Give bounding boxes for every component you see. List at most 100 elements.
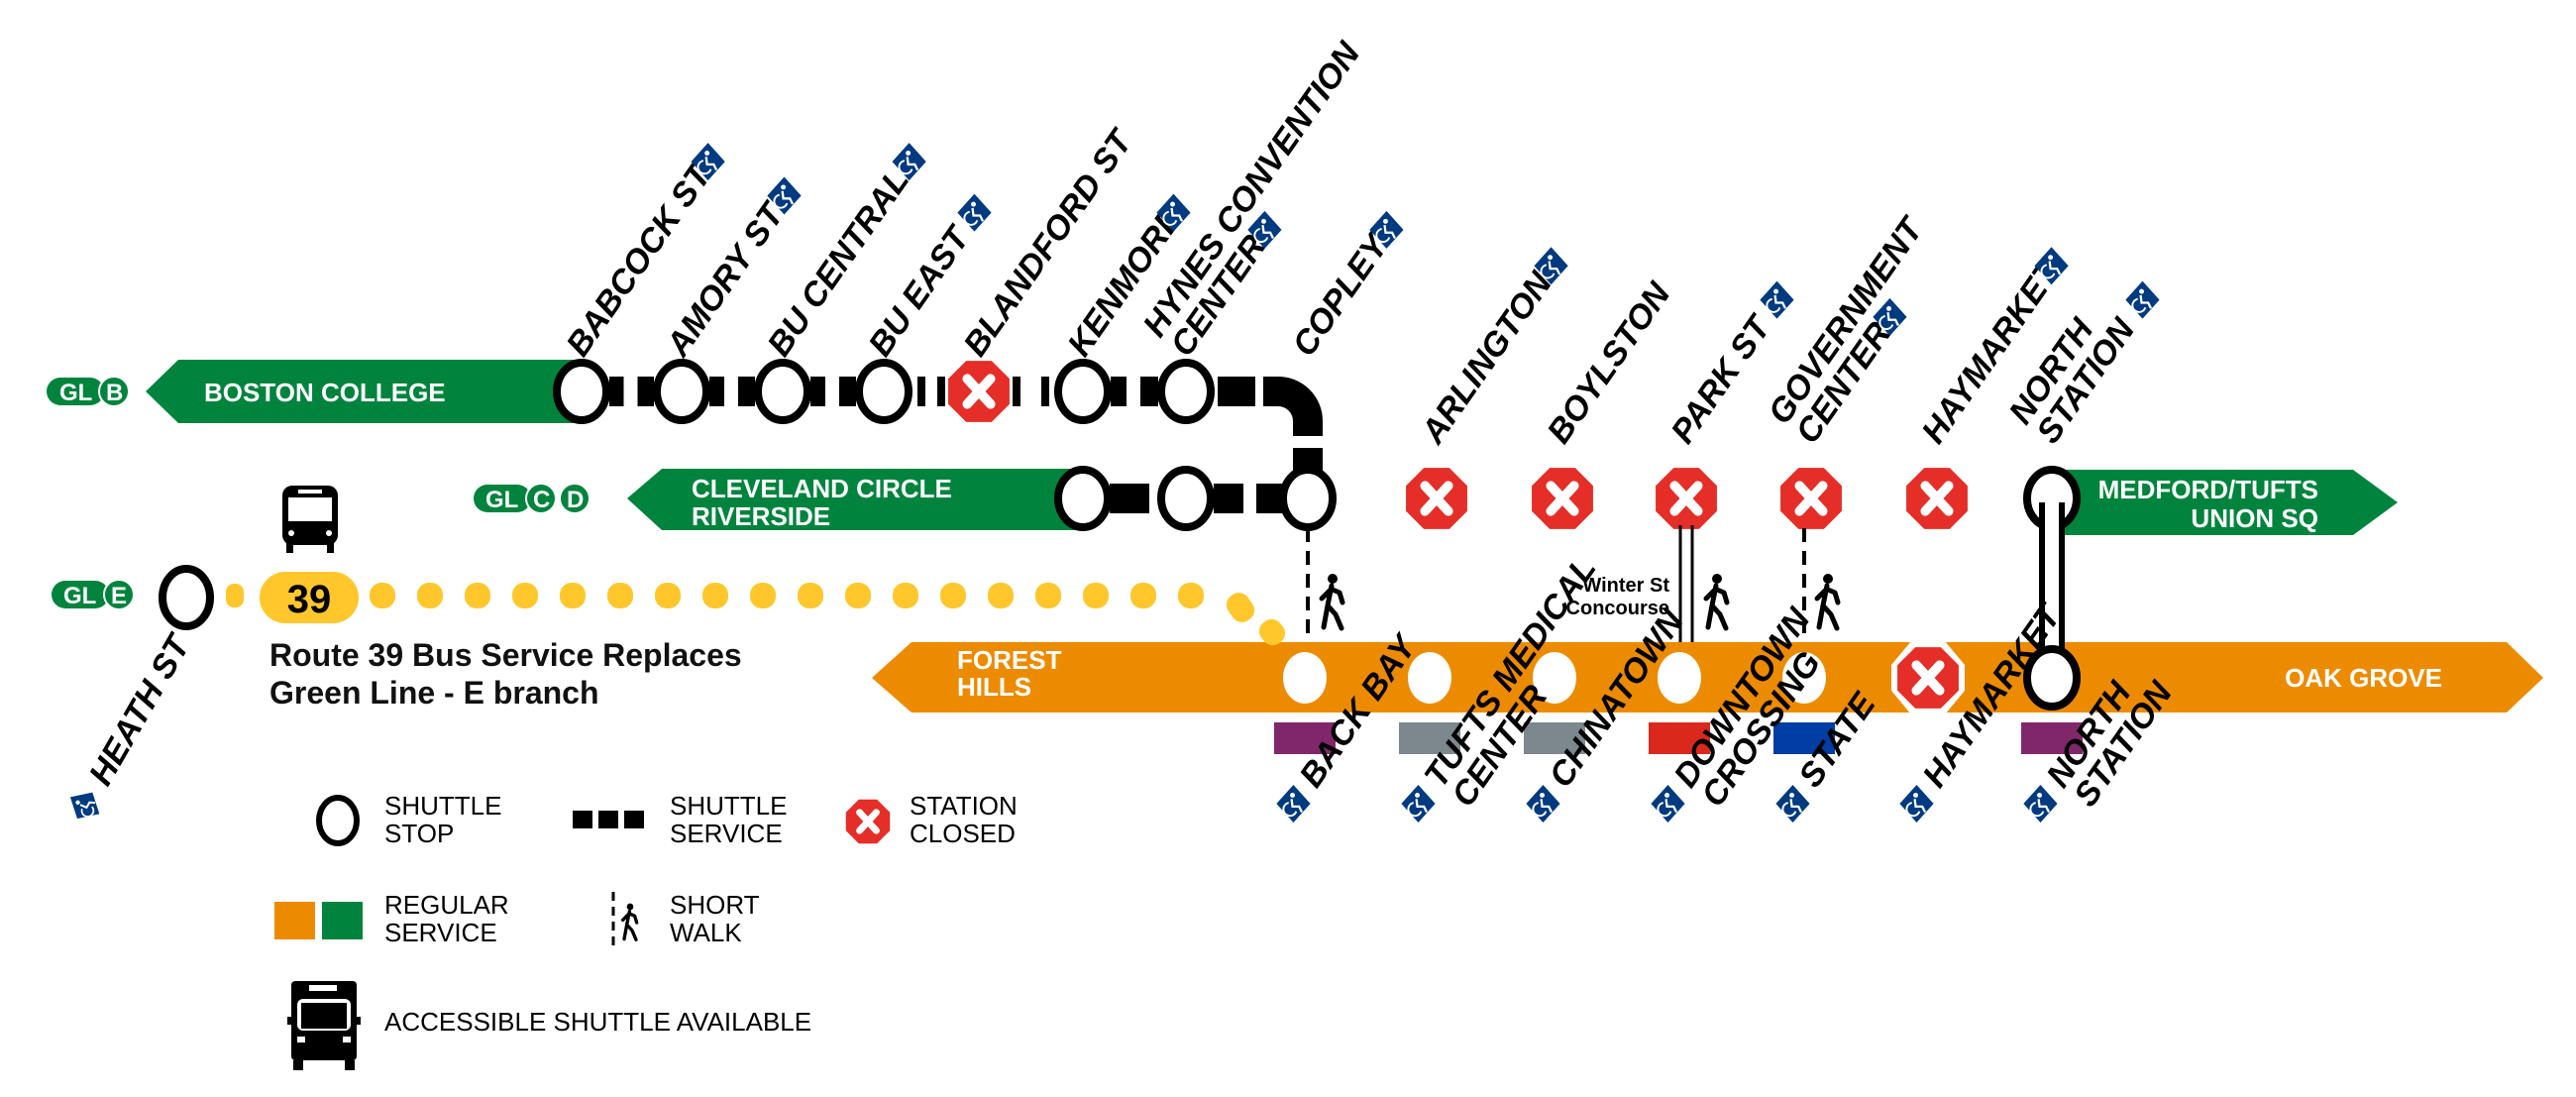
legend: SHUTTLE STOP SHUTTLE SERVICE STATION CLO… — [274, 791, 1018, 1070]
route-39-note-line2: Green Line - E branch — [269, 675, 599, 711]
station-label-babcock-st: BABCOCK ST — [559, 143, 726, 363]
accessible-icon — [1650, 785, 1686, 823]
bus-route-dot — [988, 583, 1014, 608]
station-closed-icon-park-st[interactable] — [1656, 468, 1717, 529]
station-closed-icon-haymarket[interactable] — [1906, 468, 1968, 529]
boston-college-label: BOSTON COLLEGE — [204, 378, 446, 407]
shuttle-dash — [1218, 377, 1255, 406]
bus-route-dot — [1226, 593, 1255, 622]
shuttle-dash — [810, 377, 825, 406]
bus-route-dot — [655, 583, 681, 608]
accessible-icon — [1759, 280, 1795, 319]
accessible-icon — [2124, 280, 2161, 319]
cd-shuttle-dash — [1256, 484, 1284, 513]
station-name: PARK ST — [1664, 307, 1779, 451]
station-closed-icon-arlington[interactable] — [1406, 468, 1467, 529]
shuttle-stop-bu-east[interactable] — [855, 359, 912, 424]
shuttle-dash — [839, 377, 856, 406]
legend-accessible-shuttle: ACCESSIBLE SHUTTLE AVAILABLE — [384, 1007, 811, 1037]
shuttle-stop-hynes-convention-center[interactable] — [1157, 359, 1215, 424]
shuttle-dash — [738, 377, 755, 406]
station-label-boylston: BOYLSTON — [1540, 274, 1678, 450]
gl-e-badge-line: GL — [63, 583, 96, 609]
accessible-icon — [1275, 785, 1312, 823]
station-closed-icon-government-center[interactable] — [1780, 468, 1842, 529]
forest-hills-label-2: HILLS — [957, 672, 1031, 702]
accessible-icon — [1898, 785, 1935, 823]
gl-cd-badge-c: C — [533, 487, 550, 513]
shuttle-diversion-map: GL B BOSTON COLLEGE BABCOCK ST AMORY ST BU… — [0, 0, 2576, 1097]
shuttle-stop-kenmore-cd[interactable] — [1054, 466, 1112, 531]
union-sq-label: UNION SQ — [2191, 503, 2318, 533]
accessible-icon — [1525, 785, 1561, 823]
bus-route-dot — [893, 583, 918, 608]
cd-shuttle-dash — [1214, 484, 1243, 513]
gl-cd-badge-d: D — [567, 487, 584, 513]
bus-route-dot — [226, 584, 244, 607]
shuttle-dash — [1140, 377, 1158, 406]
route-39-note-line1: Route 39 Bus Service Replaces — [269, 637, 742, 673]
shuttle-stop-babcock-st[interactable] — [553, 359, 610, 424]
station-closed-icon-boylston[interactable] — [1532, 468, 1593, 529]
heath-st-shuttle-stop[interactable] — [159, 565, 214, 630]
bus-route-dot — [940, 583, 966, 608]
shuttle-dash — [1111, 377, 1127, 406]
gl-b-badge-line: GL — [59, 380, 92, 406]
bus-route-dot — [560, 583, 586, 608]
shuttle-dash — [637, 377, 654, 406]
shuttle-dash — [917, 377, 925, 406]
gl-e-badge: GL E — [52, 579, 135, 610]
gl-cd-badge-line: GL — [485, 487, 518, 513]
shuttle-stop-copley[interactable] — [1279, 466, 1337, 531]
copley-connector-curve — [1263, 377, 1323, 436]
bus-route-dot — [1178, 583, 1204, 608]
shuttle-stop-amory-st[interactable] — [653, 359, 710, 424]
accessible-icon — [1400, 785, 1437, 823]
legend-shuttle-stop-icon — [316, 795, 360, 846]
cleveland-circle-label: CLEVELAND CIRCLE — [692, 474, 952, 503]
legend-station-closed-1: STATION — [910, 791, 1018, 821]
shuttle-dash — [1041, 377, 1049, 406]
medford-tufts-label: MEDFORD/TUFTS — [2098, 475, 2318, 504]
legend-green-swatch — [322, 902, 363, 939]
gl-e-badge-branch: E — [111, 583, 127, 609]
shuttle-stop-kenmore[interactable] — [1054, 359, 1112, 424]
shuttle-dash — [937, 377, 945, 406]
bus-route-dot — [1130, 583, 1156, 608]
heath-st-label-group: HEATH ST — [61, 626, 199, 828]
cd-shuttle-dash — [1110, 484, 1149, 513]
orange-stop-back-bay[interactable] — [1283, 652, 1327, 704]
legend-shuttle-service-2: SERVICE — [670, 819, 783, 848]
shuttle-stop-bu-central[interactable] — [754, 359, 811, 424]
accessible-icon — [2022, 785, 2059, 823]
accessible-icon — [956, 193, 993, 232]
station-closed-icon-orange-haymarket[interactable] — [1897, 647, 1959, 709]
shuttle-stop-hynes-cd[interactable] — [1157, 466, 1215, 531]
station-name: COPLEY — [1285, 225, 1397, 363]
legend-station-closed-icon — [846, 800, 890, 843]
shuttle-dash — [1013, 377, 1020, 406]
station-name: ARLINGTON — [1414, 264, 1560, 451]
bus-route-dot — [845, 583, 871, 608]
legend-short-walk-icon — [620, 902, 639, 942]
legend-shuttle-stop-1: SHUTTLE — [384, 791, 501, 821]
riverside-label: RIVERSIDE — [692, 501, 830, 531]
bus-route-dot — [1083, 583, 1109, 608]
station-label-bu-central: BU CENTRAL — [760, 143, 927, 363]
heath-st-label: HEATH ST — [82, 626, 199, 792]
bus-icon — [282, 486, 338, 553]
station-name: BOYLSTON — [1540, 274, 1678, 450]
station-closed-icon-blandford-st[interactable] — [948, 361, 1010, 422]
oak-grove-label: OAK GROVE — [2285, 663, 2442, 693]
bus-route-dot — [750, 583, 776, 608]
accessible-shuttle-icon — [287, 981, 361, 1070]
gl-cd-badge: GL C D — [474, 483, 590, 514]
legend-regular-service-1: REGULAR — [384, 890, 509, 920]
legend-station-closed-2: CLOSED — [910, 819, 1016, 848]
station-label-copley: COPLEY — [1285, 210, 1405, 363]
legend-regular-service-2: SERVICE — [384, 918, 497, 947]
legend-orange-swatch — [274, 902, 315, 939]
bus-route-dot — [512, 583, 538, 608]
bus-route-dot — [798, 583, 823, 608]
walk-icon — [1817, 574, 1838, 628]
